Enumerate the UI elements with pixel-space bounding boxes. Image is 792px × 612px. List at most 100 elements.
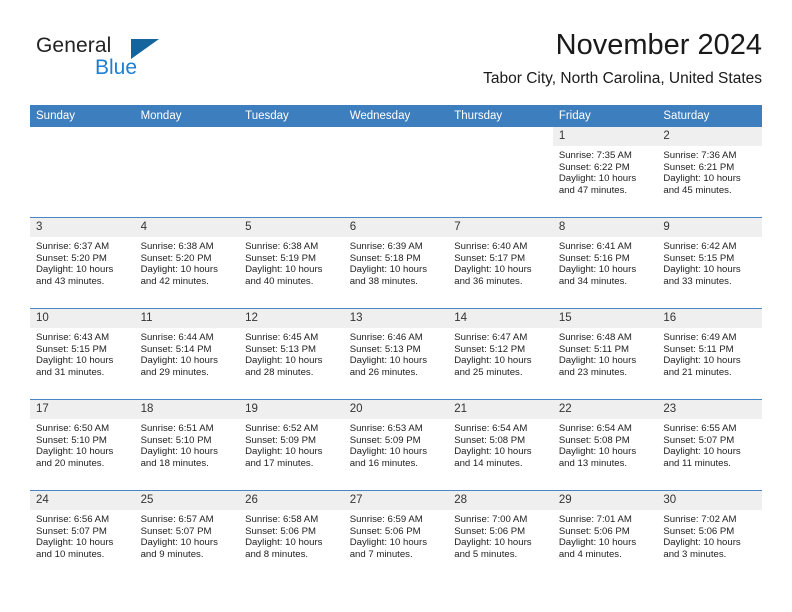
calendar-day-cell[interactable]: 14 Sunrise: 6:47 AM Sunset: 5:12 PM Dayligh…: [448, 308, 553, 400]
day-details: Sunrise: 6:59 AM Sunset: 5:06 PM Daylight:…: [344, 510, 449, 560]
calendar-day-cell[interactable]: 18 Sunrise: 6:51 AM Sunset: 5:10 PM Dayligh…: [134, 399, 240, 491]
day-cell-content: 25 Sunrise: 6:57 AM Sunset: 5:07 PM Dayligh…: [134, 491, 240, 581]
calendar-day-cell[interactable]: 13 Sunrise: 6:46 AM Sunset: 5:13 PM Dayligh…: [343, 308, 449, 400]
day-number: [30, 127, 135, 146]
calendar-day-cell[interactable]: 12 Sunrise: 6:45 AM Sunset: 5:13 PM Dayligh…: [239, 308, 344, 400]
day-number: 25: [134, 491, 240, 510]
day-details: Sunrise: 6:43 AM Sunset: 5:15 PM Daylight:…: [30, 328, 135, 378]
day-number: 30: [657, 491, 762, 510]
calendar-day-cell[interactable]: 22 Sunrise: 6:54 AM Sunset: 5:08 PM Dayligh…: [552, 399, 658, 491]
page-header: General Blue November 2024 Tabor City, N…: [30, 28, 762, 96]
calendar-day-cell[interactable]: 23 Sunrise: 6:55 AM Sunset: 5:07 PM Dayligh…: [657, 399, 762, 491]
daylight-text: Daylight: 10 hours and 26 minutes.: [349, 355, 428, 378]
day-number: [135, 127, 240, 146]
sunset-text: Sunset: 5:09 PM: [245, 434, 317, 446]
day-number: 16: [657, 309, 762, 328]
day-cell-content: 24 Sunrise: 6:56 AM Sunset: 5:07 PM Dayligh…: [30, 491, 135, 581]
sunset-text: Sunset: 5:07 PM: [140, 525, 212, 537]
daylight-text: Daylight: 10 hours and 8 minutes.: [245, 537, 323, 560]
daylight-text: Daylight: 10 hours and 31 minutes.: [36, 355, 114, 378]
calendar-day-cell[interactable]: 5 Sunrise: 6:38 AM Sunset: 5:19 PM Daylight…: [239, 217, 344, 309]
day-cell-content: 8 Sunrise: 6:41 AM Sunset: 5:16 PM Daylight…: [552, 218, 658, 308]
sunrise-text: Sunrise: 7:00 AM: [454, 514, 528, 525]
sunrise-text: Sunrise: 6:40 AM: [454, 241, 528, 252]
sunrise-text: Sunrise: 6:41 AM: [558, 241, 632, 252]
sunrise-text: Sunrise: 6:54 AM: [558, 423, 632, 434]
weekday-header-wednesday: Wednesday: [343, 105, 449, 127]
calendar-day-cell[interactable]: 30 Sunrise: 7:02 AM Sunset: 5:06 PM Dayligh…: [657, 490, 762, 581]
daylight-text: Daylight: 10 hours and 20 minutes.: [36, 446, 114, 469]
calendar-day-cell[interactable]: 21 Sunrise: 6:54 AM Sunset: 5:08 PM Dayligh…: [448, 399, 553, 491]
calendar-day-cell[interactable]: 6 Sunrise: 6:39 AM Sunset: 5:18 PM Daylight…: [343, 217, 449, 309]
calendar-day-cell[interactable]: 29 Sunrise: 7:01 AM Sunset: 5:06 PM Dayligh…: [552, 490, 658, 581]
day-number: 11: [134, 309, 240, 328]
day-number: 4: [134, 218, 240, 237]
day-details: Sunrise: 7:35 AM Sunset: 6:22 PM Daylight:…: [553, 146, 658, 196]
calendar-day-cell[interactable]: 11 Sunrise: 6:44 AM Sunset: 5:14 PM Dayligh…: [134, 308, 240, 400]
generalblue-logo[interactable]: General Blue: [36, 34, 176, 86]
daylight-text: Daylight: 10 hours and 29 minutes.: [140, 355, 218, 378]
weekday-header-thursday: Thursday: [448, 105, 553, 127]
daylight-text: Daylight: 10 hours and 42 minutes.: [140, 264, 218, 287]
calendar-day-cell[interactable]: 28 Sunrise: 7:00 AM Sunset: 5:06 PM Dayligh…: [448, 490, 553, 581]
daylight-text: Daylight: 10 hours and 21 minutes.: [663, 355, 741, 378]
sunrise-text: Sunrise: 6:44 AM: [140, 332, 214, 343]
calendar-day-cell[interactable]: 25 Sunrise: 6:57 AM Sunset: 5:07 PM Dayligh…: [134, 490, 240, 581]
sunset-text: Sunset: 5:06 PM: [558, 525, 630, 537]
calendar-day-cell[interactable]: 19 Sunrise: 6:52 AM Sunset: 5:09 PM Dayligh…: [239, 399, 344, 491]
calendar-day-cell[interactable]: 27 Sunrise: 6:59 AM Sunset: 5:06 PM Dayligh…: [343, 490, 449, 581]
daylight-text: Daylight: 10 hours and 23 minutes.: [558, 355, 637, 378]
calendar-day-cell[interactable]: 1 Sunrise: 7:35 AM Sunset: 6:22 PM Daylight…: [552, 127, 658, 218]
day-cell-content: 26 Sunrise: 6:58 AM Sunset: 5:06 PM Dayligh…: [239, 491, 344, 581]
weekday-header-sunday: Sunday: [30, 105, 135, 127]
day-details: Sunrise: 6:39 AM Sunset: 5:18 PM Daylight:…: [344, 237, 449, 287]
calendar-day-cell[interactable]: 2 Sunrise: 7:36 AM Sunset: 6:21 PM Daylight…: [657, 127, 762, 218]
calendar-day-cell[interactable]: 3 Sunrise: 6:37 AM Sunset: 5:20 PM Daylight…: [30, 217, 135, 309]
day-cell-content: 18 Sunrise: 6:51 AM Sunset: 5:10 PM Dayligh…: [134, 400, 240, 490]
calendar-day-cell[interactable]: 20 Sunrise: 6:53 AM Sunset: 5:09 PM Dayligh…: [343, 399, 449, 491]
daylight-text: Daylight: 10 hours and 5 minutes.: [454, 537, 532, 560]
sunset-text: Sunset: 5:17 PM: [454, 252, 526, 264]
calendar-day-cell[interactable]: 4 Sunrise: 6:38 AM Sunset: 5:20 PM Daylight…: [134, 217, 240, 309]
calendar-day-cell: [135, 127, 240, 218]
calendar-day-cell: [30, 127, 135, 218]
calendar-day-cell[interactable]: 16 Sunrise: 6:49 AM Sunset: 5:11 PM Dayligh…: [657, 308, 762, 400]
calendar-day-cell[interactable]: 8 Sunrise: 6:41 AM Sunset: 5:16 PM Daylight…: [552, 217, 658, 309]
sunrise-text: Sunrise: 6:43 AM: [36, 332, 110, 343]
day-number: 10: [30, 309, 135, 328]
sunset-text: Sunset: 5:15 PM: [36, 343, 107, 355]
calendar-day-cell[interactable]: 9 Sunrise: 6:42 AM Sunset: 5:15 PM Daylight…: [657, 217, 762, 309]
day-cell-content: 13 Sunrise: 6:46 AM Sunset: 5:13 PM Dayligh…: [343, 309, 449, 399]
day-details: Sunrise: 6:37 AM Sunset: 5:20 PM Daylight:…: [30, 237, 135, 287]
calendar-day-cell: [344, 127, 449, 218]
day-details: Sunrise: 6:38 AM Sunset: 5:19 PM Daylight:…: [239, 237, 344, 287]
sunrise-text: Sunrise: 6:51 AM: [140, 423, 214, 434]
sunrise-text: Sunrise: 6:58 AM: [245, 514, 319, 525]
calendar-day-cell[interactable]: 15 Sunrise: 6:48 AM Sunset: 5:11 PM Dayligh…: [552, 308, 658, 400]
daylight-text: Daylight: 10 hours and 36 minutes.: [454, 264, 532, 287]
sunrise-text: Sunrise: 6:54 AM: [454, 423, 528, 434]
daylight-text: Daylight: 10 hours and 28 minutes.: [245, 355, 323, 378]
calendar-day-cell[interactable]: 7 Sunrise: 6:40 AM Sunset: 5:17 PM Daylight…: [448, 217, 553, 309]
calendar-week-row: 10 Sunrise: 6:43 AM Sunset: 5:15 PM Dayligh…: [30, 308, 762, 400]
daylight-text: Daylight: 10 hours and 45 minutes.: [663, 173, 741, 196]
day-number: 14: [448, 309, 553, 328]
day-cell-content: 23 Sunrise: 6:55 AM Sunset: 5:07 PM Dayligh…: [657, 400, 762, 490]
calendar-day-cell[interactable]: 24 Sunrise: 6:56 AM Sunset: 5:07 PM Dayligh…: [30, 490, 135, 581]
sunset-text: Sunset: 5:07 PM: [36, 525, 107, 537]
day-details: Sunrise: 6:52 AM Sunset: 5:09 PM Daylight:…: [239, 419, 344, 469]
daylight-text: Daylight: 10 hours and 38 minutes.: [349, 264, 428, 287]
day-cell-content: 22 Sunrise: 6:54 AM Sunset: 5:08 PM Dayligh…: [552, 400, 658, 490]
day-number: 12: [239, 309, 344, 328]
day-cell-content: 1 Sunrise: 7:35 AM Sunset: 6:22 PM Daylight…: [552, 127, 658, 217]
day-cell-content: 9 Sunrise: 6:42 AM Sunset: 5:15 PM Daylight…: [657, 218, 762, 308]
daylight-text: Daylight: 10 hours and 11 minutes.: [663, 446, 741, 469]
day-number: 15: [552, 309, 658, 328]
calendar-day-cell[interactable]: 26 Sunrise: 6:58 AM Sunset: 5:06 PM Dayligh…: [239, 490, 344, 581]
sunset-text: Sunset: 5:15 PM: [663, 252, 735, 264]
calendar-day-cell[interactable]: 10 Sunrise: 6:43 AM Sunset: 5:15 PM Dayligh…: [30, 308, 135, 400]
sunset-text: Sunset: 5:11 PM: [663, 343, 734, 355]
daylight-text: Daylight: 10 hours and 43 minutes.: [36, 264, 114, 287]
calendar-day-cell[interactable]: 17 Sunrise: 6:50 AM Sunset: 5:10 PM Dayligh…: [30, 399, 135, 491]
sunset-text: Sunset: 5:20 PM: [36, 252, 107, 264]
